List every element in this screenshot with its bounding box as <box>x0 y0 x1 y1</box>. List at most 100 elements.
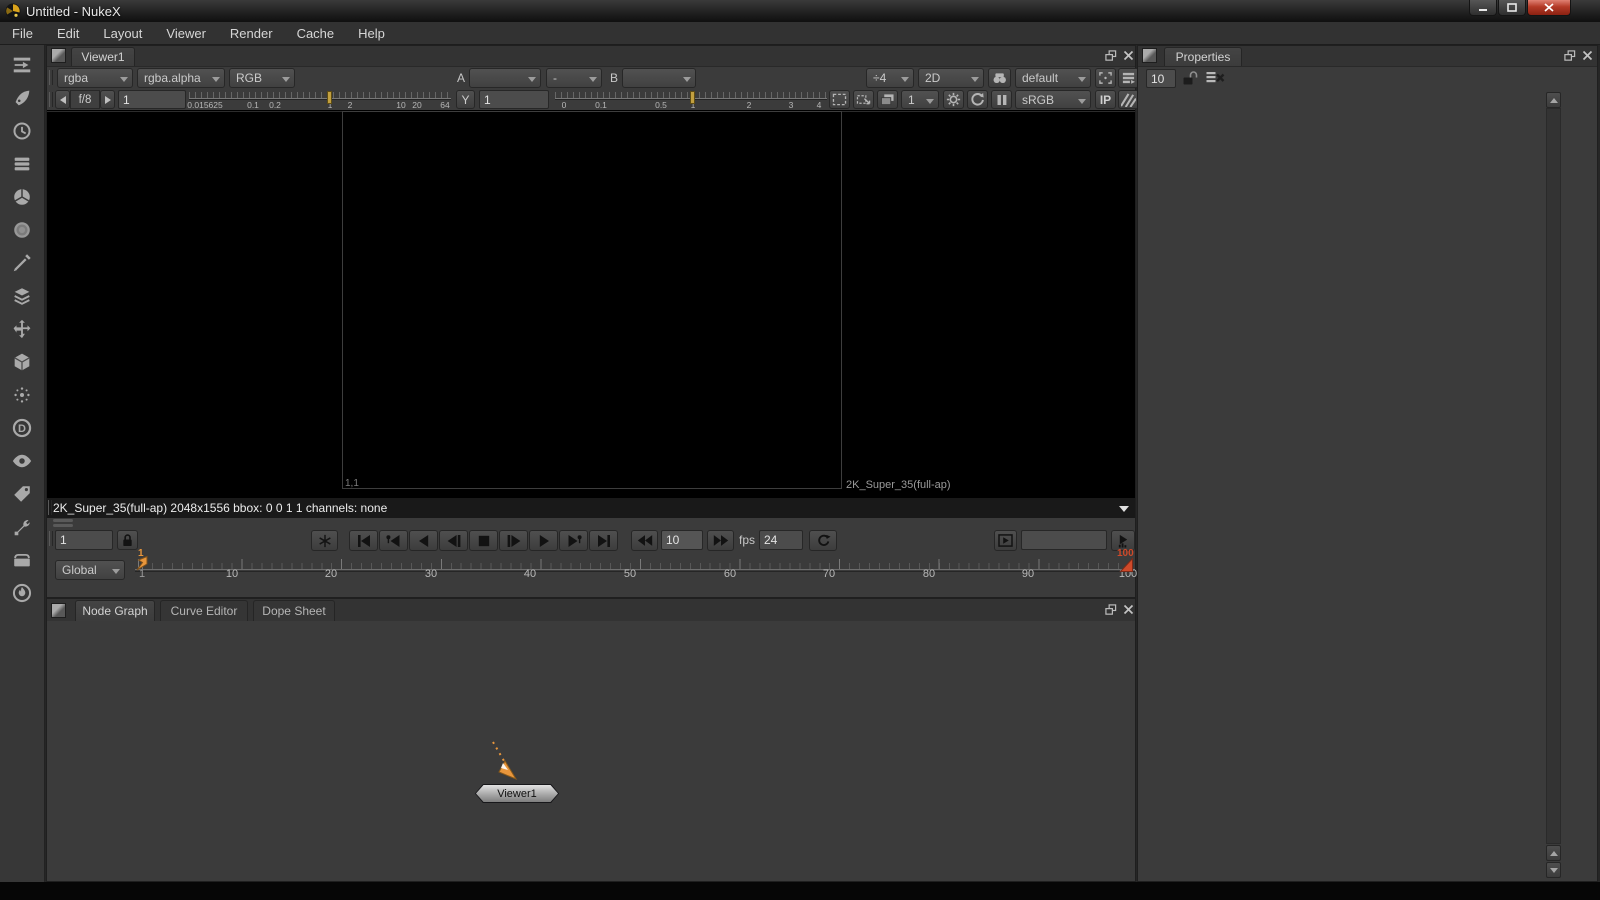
scrollbar-up-button[interactable] <box>1546 92 1561 108</box>
tab-dope-sheet[interactable]: Dope Sheet <box>253 600 335 621</box>
input-number-dropdown[interactable]: 1 <box>901 90 939 109</box>
monitor-output-icon[interactable] <box>877 90 898 109</box>
display-channels-dropdown[interactable]: RGB <box>229 68 295 88</box>
fps-input[interactable] <box>759 530 803 550</box>
close-button[interactable] <box>1527 0 1571 16</box>
pane-menu-icon[interactable] <box>51 48 66 63</box>
filter-icon[interactable] <box>9 219 35 241</box>
toolsets-icon[interactable] <box>9 516 35 538</box>
menu-cache[interactable]: Cache <box>285 22 347 44</box>
step-forward-button[interactable] <box>499 530 528 551</box>
tab-node-graph[interactable]: Node Graph <box>75 600 155 621</box>
play-button[interactable] <box>529 530 558 551</box>
3d-icon[interactable] <box>9 351 35 373</box>
downrez-dropdown[interactable]: ÷4 <box>866 68 914 88</box>
b-buffer-dropdown[interactable] <box>622 68 696 88</box>
max-panels-input[interactable] <box>1146 69 1176 88</box>
other-icon[interactable] <box>9 549 35 571</box>
ab-blend-dropdown[interactable]: - <box>546 68 602 88</box>
scrollbar-down-button[interactable] <box>1546 862 1561 878</box>
draw-icon[interactable] <box>9 87 35 109</box>
next-keyframe-button[interactable] <box>559 530 588 551</box>
collapse-handle[interactable] <box>53 524 73 527</box>
tab-curve-editor[interactable]: Curve Editor <box>160 600 248 621</box>
menu-layout[interactable]: Layout <box>91 22 154 44</box>
toolbar-grip[interactable] <box>49 70 53 85</box>
image-icon[interactable] <box>9 54 35 76</box>
gain-slider[interactable]: 0.015625 0.1 0.2 1 2 10 20 64 <box>189 90 451 109</box>
update-gear-icon[interactable] <box>943 90 964 109</box>
fstop-decrement-icon[interactable] <box>55 90 70 109</box>
current-frame-input[interactable] <box>55 530 113 550</box>
float-pane-icon[interactable] <box>1103 49 1118 62</box>
channel-icon[interactable] <box>9 153 35 175</box>
toolbar-grip[interactable] <box>49 92 53 107</box>
gamma-slider-handle[interactable] <box>690 91 695 104</box>
previous-keyframe-button[interactable] <box>379 530 408 551</box>
stop-button[interactable] <box>469 530 498 551</box>
close-pane-icon[interactable] <box>1580 49 1595 62</box>
gamma-input[interactable] <box>479 90 549 109</box>
playhead-marker[interactable] <box>134 555 151 574</box>
color-icon[interactable] <box>9 186 35 208</box>
viewer-colorspace-dropdown[interactable]: sRGB <box>1015 90 1091 109</box>
layer-contact-sheet-icon[interactable] <box>1118 68 1139 88</box>
menu-viewer[interactable]: Viewer <box>154 22 218 44</box>
flipbook-button[interactable] <box>994 530 1017 551</box>
loop-mode-button[interactable] <box>809 530 837 551</box>
node-input-arrow[interactable] <box>485 739 525 785</box>
node-graph-canvas[interactable]: Viewer1 <box>47 621 1135 881</box>
maximize-button[interactable] <box>1498 0 1526 16</box>
close-pane-icon[interactable] <box>1121 603 1136 616</box>
view-mode-dropdown[interactable]: 2D <box>918 68 984 88</box>
layer-dropdown[interactable]: rgba <box>57 68 133 88</box>
pause-update-button[interactable] <box>311 530 338 551</box>
stereo-view-dropdown[interactable]: default <box>1015 68 1091 88</box>
pane-menu-icon[interactable] <box>51 603 66 618</box>
input-process-button[interactable]: IP <box>1095 90 1116 109</box>
goto-start-button[interactable] <box>349 530 378 551</box>
menu-help[interactable]: Help <box>346 22 397 44</box>
tab-properties[interactable]: Properties <box>1164 47 1242 66</box>
frame-lock-icon[interactable] <box>117 530 138 550</box>
views-icon[interactable] <box>9 450 35 472</box>
metadata-icon[interactable] <box>9 483 35 505</box>
statusbar-grip[interactable] <box>48 500 52 515</box>
particles-icon[interactable] <box>9 384 35 406</box>
step-back-button[interactable] <box>439 530 468 551</box>
keyer-icon[interactable] <box>9 252 35 274</box>
minimize-button[interactable] <box>1469 0 1497 16</box>
gamma-slider[interactable]: 0 0.1 0.5 1 2 3 4 <box>555 90 827 109</box>
close-pane-icon[interactable] <box>1121 49 1136 62</box>
jump-forward-button[interactable] <box>707 530 734 551</box>
menu-render[interactable]: Render <box>218 22 285 44</box>
time-icon[interactable] <box>9 120 35 142</box>
clipping-warning-icon[interactable] <box>829 90 850 109</box>
scrollbar-up-button-2[interactable] <box>1546 845 1561 861</box>
scrollbar-track[interactable] <box>1546 108 1561 844</box>
float-pane-icon[interactable] <box>1103 603 1118 616</box>
viewer1-node[interactable]: Viewer1 <box>475 784 559 803</box>
play-backward-button[interactable] <box>409 530 438 551</box>
stereo-icon[interactable] <box>988 68 1011 88</box>
jump-back-button[interactable] <box>631 530 658 551</box>
proxy-toggle-icon[interactable] <box>1118 90 1139 109</box>
frame-range-dropdown[interactable]: Global <box>55 560 125 580</box>
deep-icon[interactable]: D <box>9 417 35 439</box>
merge-icon[interactable] <box>9 285 35 307</box>
gate-display-icon[interactable] <box>1095 68 1116 88</box>
goto-end-button[interactable] <box>589 530 618 551</box>
collapse-handle[interactable] <box>53 519 73 522</box>
gain-slider-handle[interactable] <box>327 91 332 104</box>
a-buffer-dropdown[interactable] <box>469 68 541 88</box>
transform-icon[interactable] <box>9 318 35 340</box>
tab-viewer1[interactable]: Viewer1 <box>71 47 135 66</box>
menu-file[interactable]: File <box>0 22 45 44</box>
roi-icon[interactable] <box>853 90 874 109</box>
clear-all-panels-icon[interactable] <box>1206 70 1228 88</box>
frame-increment-input[interactable] <box>661 530 703 550</box>
flipbook-frames-input[interactable] <box>1021 530 1107 550</box>
menu-edit[interactable]: Edit <box>45 22 91 44</box>
gain-input[interactable] <box>118 90 186 109</box>
timeline[interactable]: 1 10 20 30 40 50 60 70 80 90 100 <box>135 555 1135 585</box>
